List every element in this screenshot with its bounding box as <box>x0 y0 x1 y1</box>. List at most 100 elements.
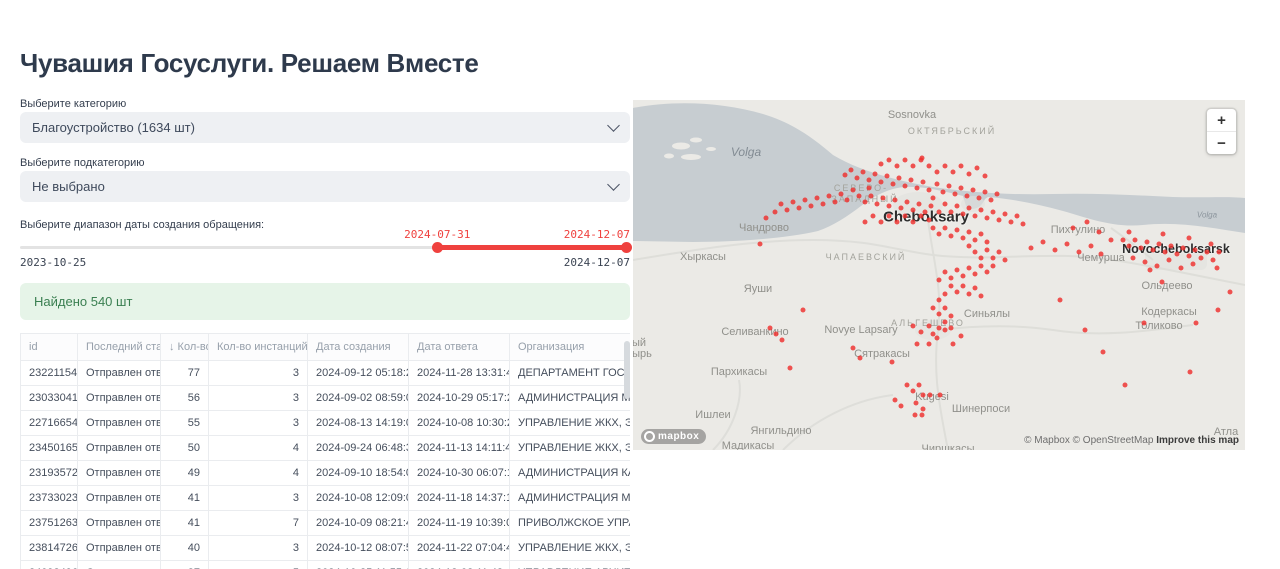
complaint-dot[interactable] <box>833 200 838 205</box>
complaint-dot[interactable] <box>1187 236 1192 241</box>
complaint-dot[interactable] <box>967 230 972 235</box>
complaint-dot[interactable] <box>955 204 960 209</box>
complaint-dot[interactable] <box>917 383 922 388</box>
complaint-dot[interactable] <box>905 200 910 205</box>
complaint-dot[interactable] <box>899 206 904 211</box>
complaint-dot[interactable] <box>995 192 1000 197</box>
complaint-dot[interactable] <box>931 226 936 231</box>
complaint-dot[interactable] <box>927 188 932 193</box>
complaint-dot[interactable] <box>991 264 996 269</box>
complaint-dot[interactable] <box>991 256 996 261</box>
complaint-dot[interactable] <box>851 346 856 351</box>
complaint-dot[interactable] <box>953 192 958 197</box>
complaint-dot[interactable] <box>919 214 924 219</box>
complaint-dot[interactable] <box>943 306 948 311</box>
complaint-dot[interactable] <box>801 308 806 313</box>
complaint-dot[interactable] <box>895 220 900 225</box>
table-scrollbar[interactable] <box>624 341 630 399</box>
column-header[interactable]: Дата ответа <box>409 334 510 361</box>
complaint-dot[interactable] <box>989 198 994 203</box>
complaint-dot[interactable] <box>1148 268 1153 273</box>
complaint-dot[interactable] <box>979 294 984 299</box>
mapbox-attribution-link[interactable]: © Mapbox <box>1024 435 1070 446</box>
complaint-dot[interactable] <box>943 320 948 325</box>
complaint-dot[interactable] <box>927 324 932 329</box>
complaint-dot[interactable] <box>985 240 990 245</box>
complaint-dot[interactable] <box>839 192 844 197</box>
complaint-dot[interactable] <box>915 342 920 347</box>
complaint-dot[interactable] <box>935 170 940 175</box>
complaint-dot[interactable] <box>879 180 884 185</box>
complaint-dot[interactable] <box>857 194 862 199</box>
complaint-dot[interactable] <box>943 292 948 297</box>
complaint-dot[interactable] <box>1127 244 1132 249</box>
complaint-dot[interactable] <box>937 298 942 303</box>
complaint-dot[interactable] <box>951 342 956 347</box>
complaint-dot[interactable] <box>1187 254 1192 259</box>
zoom-in-button[interactable]: + <box>1207 109 1236 131</box>
complaint-dot[interactable] <box>774 332 779 337</box>
complaint-dot[interactable] <box>1009 220 1014 225</box>
complaint-dot[interactable] <box>943 202 948 207</box>
subcategory-select[interactable]: Не выбрано <box>20 171 630 202</box>
complaint-dot[interactable] <box>911 208 916 213</box>
complaint-dot[interactable] <box>961 284 966 289</box>
map[interactable]: + − mapbox © Mapbox © OpenStreetMap Impr… <box>633 100 1245 450</box>
complaint-dot[interactable] <box>879 162 884 167</box>
complaint-dot[interactable] <box>941 190 946 195</box>
complaint-dot[interactable] <box>979 232 984 237</box>
complaint-dot[interactable] <box>979 264 984 269</box>
complaint-dot[interactable] <box>1181 246 1186 251</box>
complaint-dot[interactable] <box>1193 248 1198 253</box>
complaint-dot[interactable] <box>1077 250 1082 255</box>
complaint-dot[interactable] <box>899 404 904 409</box>
complaint-dot[interactable] <box>931 196 936 201</box>
complaint-dot[interactable] <box>921 407 926 412</box>
column-header[interactable]: Организация <box>510 334 631 361</box>
complaint-dot[interactable] <box>1188 370 1193 375</box>
complaint-dot[interactable] <box>809 204 814 209</box>
complaint-dot[interactable] <box>985 216 990 221</box>
complaint-dot[interactable] <box>1053 248 1058 253</box>
complaint-dot[interactable] <box>797 206 802 211</box>
complaint-dot[interactable] <box>919 330 924 335</box>
complaint-dot[interactable] <box>1175 252 1180 257</box>
complaint-dot[interactable] <box>758 242 763 247</box>
complaint-dot[interactable] <box>1179 266 1184 271</box>
complaint-dot[interactable] <box>1003 212 1008 217</box>
complaint-dot[interactable] <box>955 268 960 273</box>
complaint-dot[interactable] <box>879 220 884 225</box>
complaint-dot[interactable] <box>893 198 898 203</box>
table-row[interactable]: 240924967Отправлен ответ3752024-10-25 11… <box>21 561 631 569</box>
complaint-dot[interactable] <box>949 276 954 281</box>
complaint-dot[interactable] <box>1003 258 1008 263</box>
complaint-dot[interactable] <box>875 202 880 207</box>
complaint-dot[interactable] <box>961 212 966 217</box>
complaint-dot[interactable] <box>1065 242 1070 247</box>
complaint-dot[interactable] <box>858 356 863 361</box>
complaint-dot[interactable] <box>971 188 976 193</box>
zoom-out-button[interactable]: − <box>1207 132 1236 154</box>
complaint-dot[interactable] <box>873 172 878 177</box>
complaint-dot[interactable] <box>959 186 964 191</box>
osm-attribution-link[interactable]: © OpenStreetMap <box>1073 435 1154 446</box>
improve-map-link[interactable]: Improve this map <box>1156 435 1239 446</box>
table-row[interactable]: 237512635Отправлен ответ4172024-10-09 08… <box>21 511 631 536</box>
complaint-dot[interactable] <box>949 284 954 289</box>
complaint-dot[interactable] <box>917 202 922 207</box>
complaint-dot[interactable] <box>973 286 978 291</box>
complaint-dot[interactable] <box>764 216 769 221</box>
complaint-dot[interactable] <box>1139 246 1144 251</box>
complaint-dot[interactable] <box>943 164 948 169</box>
complaint-dot[interactable] <box>979 208 984 213</box>
complaint-dot[interactable] <box>937 232 942 237</box>
complaint-dot[interactable] <box>911 220 916 225</box>
complaint-dot[interactable] <box>1167 258 1172 263</box>
complaint-dot[interactable] <box>863 220 868 225</box>
complaint-dot[interactable] <box>991 210 996 215</box>
complaint-dot[interactable] <box>973 272 978 277</box>
complaint-dot[interactable] <box>959 334 964 339</box>
complaint-dot[interactable] <box>1143 260 1148 265</box>
complaint-dot[interactable] <box>1121 238 1126 243</box>
complaint-dot[interactable] <box>983 174 988 179</box>
